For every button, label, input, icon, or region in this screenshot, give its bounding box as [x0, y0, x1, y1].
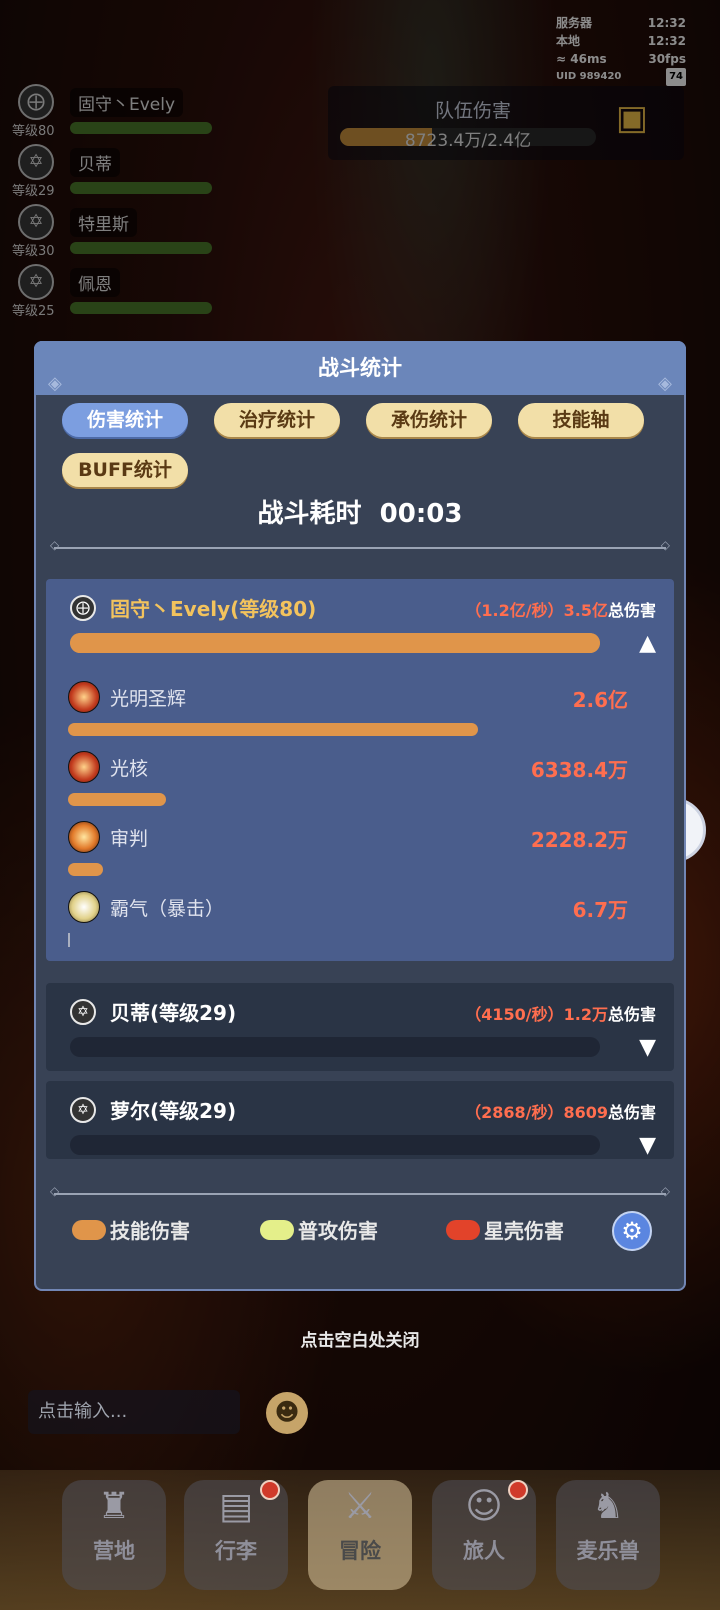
modal-header: ◈ 战斗统计 ◈	[34, 341, 686, 395]
skill-row: 审判 2228.2万	[68, 821, 628, 891]
emoji-icon[interactable]: ☻	[266, 1392, 308, 1434]
nav-label: 麦乐兽	[576, 1539, 640, 1563]
player-damage-bar	[70, 633, 600, 653]
nav-label: 冒险	[339, 1539, 381, 1563]
damage-legend: 技能伤害 普攻伤害 星壳伤害	[34, 1209, 686, 1249]
skill-name: 光核	[110, 758, 149, 780]
modal-title: 战斗统计	[318, 356, 402, 380]
castle-icon: ♜	[97, 1486, 131, 1527]
skill-judgment-icon	[68, 821, 100, 853]
battle-duration: 战斗耗时 00:03	[34, 493, 686, 530]
battle-stats-modal: ◈ 战斗统计 ◈ 伤害统计 治疗统计 承伤统计 技能轴 BUFF统计 战斗耗时 …	[34, 341, 686, 1291]
skill-damage: 2.6亿	[572, 688, 628, 712]
skill-damage-bar	[68, 863, 103, 876]
legend-swatch	[446, 1219, 480, 1240]
close-hint: 点击空白处关闭	[300, 1331, 420, 1351]
diamond-deco-icon: ◈	[658, 373, 672, 394]
total-damage-label: 总伤害	[607, 1103, 656, 1122]
total-damage-label: 总伤害	[607, 601, 656, 620]
skill-aura-icon	[68, 891, 100, 923]
total-damage: 3.5亿	[563, 601, 608, 620]
player-damage-stats: （2868/秒）8609总伤害	[465, 1099, 656, 1123]
divider	[50, 1184, 670, 1198]
legend-label: 技能伤害	[110, 1219, 190, 1243]
skill-row: 霸气（暴击） 6.7万	[68, 891, 628, 961]
total-damage: 1.2万	[563, 1005, 608, 1024]
skill-damage: 6.7万	[572, 898, 628, 922]
nav-label: 旅人	[463, 1539, 505, 1563]
damage-per-second: （2868/秒）	[465, 1103, 564, 1122]
nav-beast[interactable]: ♞ 麦乐兽	[556, 1480, 660, 1590]
player-damage-card[interactable]: ⨁ 固守丶Evely(等级80) （1.2亿/秒）3.5亿总伤害 ▲ 光明圣辉 …	[46, 579, 674, 961]
skill-row: 光明圣辉 2.6亿	[68, 681, 628, 751]
skill-name: 光明圣辉	[110, 688, 187, 710]
nav-camp[interactable]: ♜ 营地	[62, 1480, 166, 1590]
nav-label: 营地	[93, 1539, 135, 1563]
legend-label: 星壳伤害	[484, 1219, 564, 1243]
nav-traveler[interactable]: ☺ 旅人	[432, 1480, 536, 1590]
tab-damage-taken[interactable]: 承伤统计	[366, 403, 492, 437]
divider	[50, 538, 670, 552]
nav-label: 行李	[215, 1539, 257, 1563]
legend-item: 技能伤害	[72, 1215, 190, 1244]
player-name: 贝蒂(等级29)	[110, 1001, 237, 1025]
notification-badge	[260, 1480, 280, 1500]
legend-item: 普攻伤害	[260, 1215, 378, 1244]
player-name: 固守丶Evely(等级80)	[110, 597, 317, 621]
player-name: 萝尔(等级29)	[110, 1099, 237, 1123]
skill-name: 审判	[110, 828, 149, 850]
tab-buff[interactable]: BUFF统计	[62, 453, 188, 487]
skill-holy-radiance-icon	[68, 681, 100, 713]
player-damage-bar	[70, 1135, 600, 1155]
beast-icon: ♞	[591, 1486, 625, 1527]
player-damage-stats: （1.2亿/秒）3.5亿总伤害	[465, 597, 656, 621]
total-damage-label: 总伤害	[607, 1005, 656, 1024]
collapse-triangle-icon[interactable]: ▲	[639, 631, 656, 656]
damage-per-second: （1.2亿/秒）	[465, 601, 564, 620]
legend-label: 普攻伤害	[298, 1219, 378, 1243]
player-damage-card[interactable]: ✡ 贝蒂(等级29) （4150/秒）1.2万总伤害 ▼	[46, 983, 674, 1071]
skill-row: 光核 6338.4万	[68, 751, 628, 821]
nav-luggage[interactable]: ▤ 行李	[184, 1480, 288, 1590]
shield-cross-icon: ⨁	[70, 595, 96, 621]
chat-input[interactable]: 点击输入...	[28, 1390, 240, 1434]
legend-swatch	[260, 1219, 294, 1240]
legend-item: 星壳伤害	[446, 1215, 564, 1244]
duration-value: 00:03	[379, 499, 463, 529]
tab-skill-timeline[interactable]: 技能轴	[518, 403, 644, 437]
skill-light-core-icon	[68, 751, 100, 783]
expand-triangle-icon[interactable]: ▼	[639, 1133, 656, 1158]
expand-triangle-icon[interactable]: ▼	[639, 1035, 656, 1060]
damage-per-second: （4150/秒）	[465, 1005, 564, 1024]
duration-label: 战斗耗时	[257, 499, 362, 529]
player-damage-bar	[70, 1037, 600, 1057]
tab-healing[interactable]: 治疗统计	[214, 403, 340, 437]
bottom-nav: ♜ 营地 ▤ 行李 ⚔ 冒险 ☺ 旅人 ♞ 麦乐兽	[0, 1470, 720, 1610]
player-damage-fill	[70, 633, 600, 653]
tab-damage[interactable]: 伤害统计	[62, 403, 188, 437]
skill-damage: 2228.2万	[530, 828, 628, 852]
gear-icon[interactable]: ⚙	[612, 1211, 652, 1251]
crossed-swords-icon: ⚔	[343, 1486, 377, 1527]
skill-damage-bar	[68, 933, 70, 947]
total-damage: 8609	[563, 1103, 608, 1122]
skill-damage-bar	[68, 793, 166, 806]
nav-adventure[interactable]: ⚔ 冒险	[308, 1480, 412, 1590]
skill-damage: 6338.4万	[530, 758, 628, 782]
player-damage-stats: （4150/秒）1.2万总伤害	[465, 1001, 656, 1025]
diamond-deco-icon: ◈	[48, 373, 62, 394]
star-hex-icon: ✡	[70, 1097, 96, 1123]
player-damage-card[interactable]: ✡ 萝尔(等级29) （2868/秒）8609总伤害 ▼	[46, 1081, 674, 1159]
notification-badge	[508, 1480, 528, 1500]
skill-name: 霸气（暴击）	[110, 898, 225, 920]
star-hex-icon: ✡	[70, 999, 96, 1025]
legend-swatch	[72, 1219, 106, 1240]
skill-damage-bar	[68, 723, 478, 736]
